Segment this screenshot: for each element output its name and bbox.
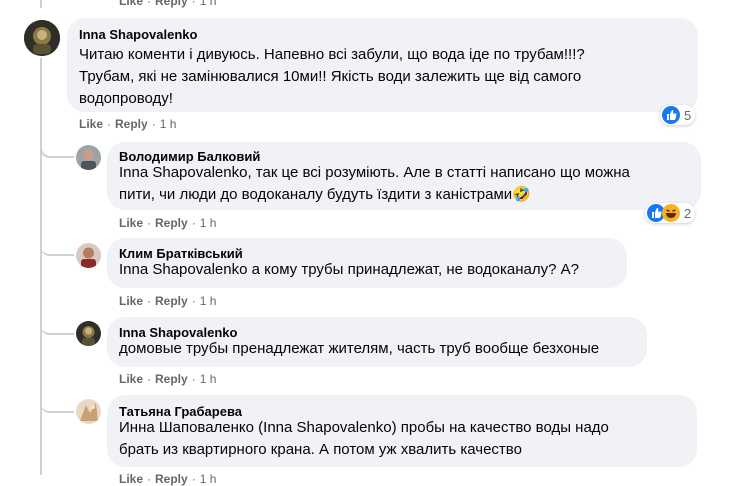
avatar[interactable] xyxy=(76,243,101,268)
comment-text-line: пити, чи люди до водоканалу будуть їздит… xyxy=(119,186,531,203)
comment-text-line: Трубам, які не замінювалися 10ми!! Якіст… xyxy=(79,68,582,85)
like-icon xyxy=(662,106,680,124)
mention-link[interactable]: Inna Shapovalenko xyxy=(119,261,247,278)
comment-text-line: брать из квартирного крана. А потом уж х… xyxy=(119,441,522,458)
like-link[interactable]: Like xyxy=(119,216,143,230)
reply-link[interactable]: Reply xyxy=(155,216,188,230)
comment-actions: Like · Reply · 1 h xyxy=(79,117,177,131)
reply-link[interactable]: Reply xyxy=(155,0,188,8)
like-link[interactable]: Like xyxy=(119,0,143,8)
thread-line-top xyxy=(40,0,42,8)
comment-actions-previous: Like · Reply · 1 h xyxy=(119,0,220,8)
comment-text: пробы на качество воды надо xyxy=(396,419,609,436)
comment-text-line: Inna Shapovalenko, так це всі розуміють.… xyxy=(119,164,630,181)
reply-link[interactable]: Reply xyxy=(155,372,188,386)
like-link[interactable]: Like xyxy=(119,472,143,486)
reply-link[interactable]: Reply xyxy=(155,294,188,308)
avatar-image xyxy=(76,243,101,268)
avatar[interactable] xyxy=(76,321,101,346)
comment-text-line: домовые трубы пренадлежат жителям, часть… xyxy=(119,340,600,357)
reaction-summary[interactable]: 2 xyxy=(645,203,696,223)
comment-actions: Like · Reply · 1 h xyxy=(119,216,217,230)
avatar[interactable] xyxy=(76,145,101,170)
comment-bubble: Inna Shapovalenko Читаю коменти і дивуюс… xyxy=(67,18,698,112)
like-link[interactable]: Like xyxy=(79,117,103,131)
avatar-image xyxy=(76,399,101,424)
comment-text-line: водопроводу! xyxy=(79,90,173,107)
comment-text: а кому трубы принадлежат, не водоканалу?… xyxy=(247,261,579,278)
comment-actions: Like · Reply · 1 h xyxy=(119,472,217,486)
avatar[interactable] xyxy=(24,20,60,56)
reply-link[interactable]: Reply xyxy=(155,472,188,486)
timestamp[interactable]: 1 h xyxy=(200,0,217,8)
avatar[interactable] xyxy=(76,399,101,424)
reaction-count: 5 xyxy=(684,107,692,123)
timestamp[interactable]: 1 h xyxy=(200,216,217,230)
comment-actions: Like · Reply · 1 h xyxy=(119,372,217,386)
haha-icon xyxy=(662,204,680,222)
timestamp[interactable]: 1 h xyxy=(160,117,177,131)
comment-bubble: Татьяна Грабарева Инна Шаповаленко (Inna… xyxy=(107,395,697,467)
comment-author[interactable]: Inna Shapovalenko xyxy=(79,27,197,43)
comment-bubble: Володимир Балковий Inna Shapovalenko, та… xyxy=(107,142,701,210)
timestamp[interactable]: 1 h xyxy=(200,472,217,486)
reply-link[interactable]: Reply xyxy=(115,117,148,131)
comment-actions: Like · Reply · 1 h xyxy=(119,294,217,308)
comment-text-line: Inna Shapovalenko а кому трубы принадлеж… xyxy=(119,259,579,281)
reply-connector xyxy=(40,140,74,158)
reply-connector xyxy=(40,236,74,256)
thread-line-main xyxy=(40,58,42,475)
comment-text-line: Инна Шаповаленко (Inna Shapovalenko) про… xyxy=(119,417,609,439)
reaction-count: 2 xyxy=(684,205,692,221)
reaction-summary[interactable]: 5 xyxy=(660,105,696,125)
reply-connector xyxy=(40,315,74,335)
avatar-image xyxy=(24,20,60,56)
like-link[interactable]: Like xyxy=(119,372,143,386)
comment-bubble: Inna Shapovalenko домовые трубы пренадле… xyxy=(107,317,647,367)
like-link[interactable]: Like xyxy=(119,294,143,308)
comment-bubble: Клим Братківський Inna Shapovalenko а ко… xyxy=(107,238,627,288)
comment-text-line: Читаю коменти і дивуюсь. Напевно всі заб… xyxy=(79,46,585,63)
reply-connector xyxy=(40,393,74,413)
avatar-image xyxy=(76,321,101,346)
timestamp[interactable]: 1 h xyxy=(200,294,217,308)
timestamp[interactable]: 1 h xyxy=(200,372,217,386)
mention-link[interactable]: Инна Шаповаленко (Inna Shapovalenko) xyxy=(119,419,397,436)
avatar-image xyxy=(76,145,101,170)
